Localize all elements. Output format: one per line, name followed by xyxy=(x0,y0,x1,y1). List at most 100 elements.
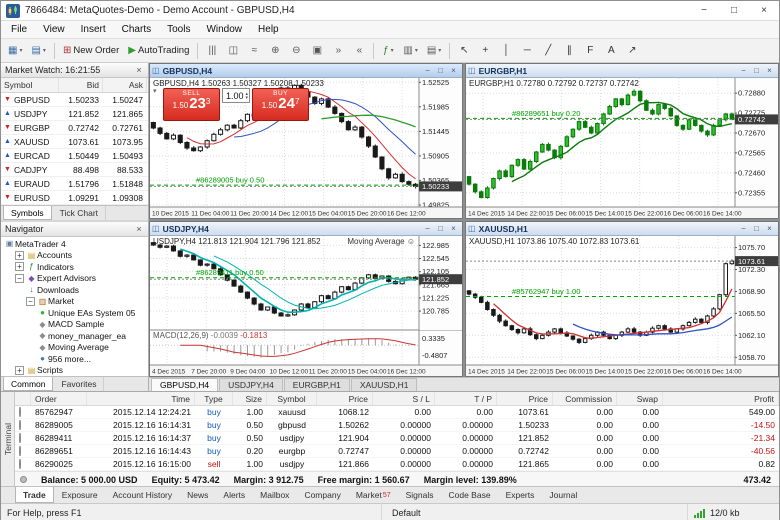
toolbar-channel-button[interactable]: ∥ xyxy=(559,41,579,61)
chart-titlebar[interactable]: ◫ USDJPY,H4 − □ × xyxy=(150,222,462,236)
chart-minimize-button[interactable]: − xyxy=(421,224,434,233)
terminal-tab-trade[interactable]: Trade xyxy=(15,487,54,503)
tab-favorites[interactable]: Favorites xyxy=(54,377,105,391)
navigator-item-scripts[interactable]: + ▤ Scripts xyxy=(1,365,148,377)
tree-expand-toggle[interactable]: − xyxy=(15,273,24,283)
toolbar-chart-line-button[interactable]: ≈ xyxy=(244,41,264,61)
chart-body[interactable]: #86289005 buy 0.50 1.52525 1.51985 1.51445 1… xyxy=(150,78,462,218)
column-size[interactable]: Size xyxy=(233,392,267,405)
tree-expand-toggle[interactable]: + xyxy=(15,365,24,375)
terminal-tab-alerts[interactable]: Alerts xyxy=(216,487,252,503)
chart-close-button[interactable]: × xyxy=(763,66,776,75)
navigator-item-accounts[interactable]: + ▤ Accounts xyxy=(1,250,148,262)
toolbar-fibonacci-button[interactable]: F xyxy=(580,41,600,61)
terminal-tab-signals[interactable]: Signals xyxy=(399,487,441,503)
terminal-tab-code-base[interactable]: Code Base xyxy=(442,487,498,503)
chart-tab-gbpusd-h4[interactable]: GBPUSD,H4 xyxy=(151,378,219,391)
order-row[interactable]: 86289651 2015.12.16 16:14:43 buy 0.20 eurgbp… xyxy=(15,445,779,458)
chart-tab-usdjpy-h4[interactable]: USDJPY,H4 xyxy=(219,378,283,391)
navigator-item-moving-average[interactable]: ◆ Moving Average xyxy=(1,342,148,354)
volume-input[interactable]: 1.00 ▴ ▾ xyxy=(222,88,251,103)
toolbar-profiles-button[interactable]: ▤ ▾ xyxy=(27,41,49,61)
toolbar-periods-button[interactable]: ▥ ▾ xyxy=(399,41,421,61)
market-watch-close-icon[interactable]: × xyxy=(134,65,144,75)
toolbar-chart-bars-button[interactable]: ||| xyxy=(202,41,222,61)
terminal-tab-journal[interactable]: Journal xyxy=(542,487,584,503)
market-watch-row[interactable]: ▲ XAUUSD 1073.61 1073.95 xyxy=(1,135,148,149)
chart-body[interactable]: #86289651 buy 0.20 0.72880 0.72775 0.72670 0… xyxy=(466,78,778,218)
column-profit[interactable]: Profit xyxy=(663,392,779,405)
market-watch-row[interactable]: ▲ EURAUD 1.51796 1.51848 xyxy=(1,177,148,191)
column-time[interactable]: Time xyxy=(87,392,195,405)
chart-window-gbpusd[interactable]: ◫ GBPUSD,H4 − □ × #86289005 buy 0.50 1.52525 1.… xyxy=(149,63,463,219)
chart-close-button[interactable]: × xyxy=(447,224,460,233)
navigator-item-956-more[interactable]: ● 956 more... xyxy=(1,353,148,365)
chart-body[interactable]: #86289411 buy 0.50 0.3335 -0.4807 122.985 12… xyxy=(150,236,462,376)
toolbar-new-order-button[interactable]: ⊞ New Order xyxy=(59,41,123,61)
menu-charts[interactable]: Charts xyxy=(114,22,159,37)
candlestick-chart[interactable]: #85762947 buy 1.00 1075.70 1072.30 1068.90 1… xyxy=(466,236,778,376)
tab-common[interactable]: Common xyxy=(3,377,54,391)
order-row[interactable]: 85762947 2015.12.14 12:24:21 buy 1.00 xauusd… xyxy=(15,406,779,419)
chart-minimize-button[interactable]: − xyxy=(737,224,750,233)
minimize-button[interactable]: − xyxy=(689,1,719,20)
menu-help[interactable]: Help xyxy=(250,22,287,37)
chart-close-button[interactable]: × xyxy=(763,224,776,233)
market-watch-row[interactable]: ▲ EURCAD 1.50449 1.50493 xyxy=(1,149,148,163)
column-bid[interactable]: Bid xyxy=(59,78,103,92)
navigator-item-indicators[interactable]: + ƒ Indicators xyxy=(1,261,148,273)
tree-expand-toggle[interactable]: + xyxy=(15,250,24,260)
navigator-item-market[interactable]: − ▥ Market xyxy=(1,296,148,308)
toolbar-vertical-line-button[interactable]: │ xyxy=(496,41,516,61)
chart-minimize-button[interactable]: − xyxy=(737,66,750,75)
chart-tab-eurgbp-h1[interactable]: EURGBP,H1 xyxy=(283,378,350,391)
buy-button[interactable]: BUY 1.50 24 7 xyxy=(252,88,310,121)
titlebar[interactable]: 7866484: MetaQuotes-Demo - Demo Account … xyxy=(1,1,779,21)
navigator-item-unique-eas-system-05[interactable]: ● Unique EAs System 05 xyxy=(1,307,148,319)
toolbar-horizontal-line-button[interactable]: ─ xyxy=(517,41,537,61)
chart-minimize-button[interactable]: − xyxy=(421,66,434,75)
toolbar-crosshair-button[interactable]: + xyxy=(475,41,495,61)
terminal-tab-experts[interactable]: Experts xyxy=(499,487,542,503)
toolbar-zoom-in-button[interactable]: ⊕ xyxy=(265,41,285,61)
navigator-header[interactable]: Navigator × xyxy=(1,222,148,237)
chart-restore-button[interactable]: □ xyxy=(434,224,447,233)
column-commission[interactable]: Commission xyxy=(553,392,617,405)
menu-insert[interactable]: Insert xyxy=(73,22,114,37)
toolbar-templates-button[interactable]: ▤ ▾ xyxy=(423,41,445,61)
market-watch-row[interactable]: ▼ EURUSD 1.09291 1.09308 xyxy=(1,191,148,205)
terminal-tab-market[interactable]: Market 57 xyxy=(349,487,398,503)
close-button[interactable]: × xyxy=(749,1,779,20)
maximize-button[interactable]: □ xyxy=(719,1,749,20)
column-symbol[interactable]: Symbol xyxy=(267,392,317,405)
terminal-tab-exposure[interactable]: Exposure xyxy=(55,487,105,503)
market-watch-row[interactable]: ▼ GBPUSD 1.50233 1.50247 xyxy=(1,93,148,107)
toolbar-cursor-button[interactable]: ↖ xyxy=(454,41,474,61)
toolbar-tile-windows-button[interactable]: ▣ xyxy=(307,41,327,61)
chart-tab-xauusd-h1[interactable]: XAUUSD,H1 xyxy=(350,378,418,391)
chart-body[interactable]: #85762947 buy 1.00 1075.70 1072.30 1068.90 1… xyxy=(466,236,778,376)
column-ask[interactable]: Ask xyxy=(103,78,147,92)
chart-close-button[interactable]: × xyxy=(447,66,460,75)
toolbar-autotrading-button[interactable]: ▶ AutoTrading xyxy=(124,41,193,61)
order-row[interactable]: 86289005 2015.12.16 16:14:31 buy 0.50 gbpusd… xyxy=(15,419,779,432)
market-watch-row[interactable]: ▼ CADJPY 88.498 88.533 xyxy=(1,163,148,177)
menu-view[interactable]: View xyxy=(35,22,73,37)
toolbar-arrows-tool-button[interactable]: ↗ xyxy=(622,41,642,61)
status-profile[interactable]: Default xyxy=(381,504,687,520)
chart-restore-button[interactable]: □ xyxy=(750,224,763,233)
market-watch-row[interactable]: ▲ USDJPY 121.852 121.865 xyxy=(1,107,148,121)
terminal-strip[interactable]: Terminal xyxy=(1,392,15,486)
terminal-tab-mailbox[interactable]: Mailbox xyxy=(253,487,296,503)
ea-smiley-icon[interactable]: ☺ xyxy=(407,237,415,246)
column-t-p[interactable]: T / P xyxy=(435,392,497,405)
toolbar-indicators-list-button[interactable]: ƒ ▾ xyxy=(378,41,398,61)
toolbar-trendline-button[interactable]: ╱ xyxy=(538,41,558,61)
column-price[interactable]: Price xyxy=(497,392,553,405)
navigator-item-expert-advisors[interactable]: − ◆ Expert Advisors xyxy=(1,273,148,285)
toolbar-chart-shift-button[interactable]: « xyxy=(349,41,369,61)
sell-button[interactable]: SELL 1.50 23 3 xyxy=(163,88,220,121)
column-s-l[interactable]: S / L xyxy=(373,392,435,405)
column-swap[interactable]: Swap xyxy=(617,392,663,405)
terminal-tab-account-history[interactable]: Account History xyxy=(106,487,180,503)
